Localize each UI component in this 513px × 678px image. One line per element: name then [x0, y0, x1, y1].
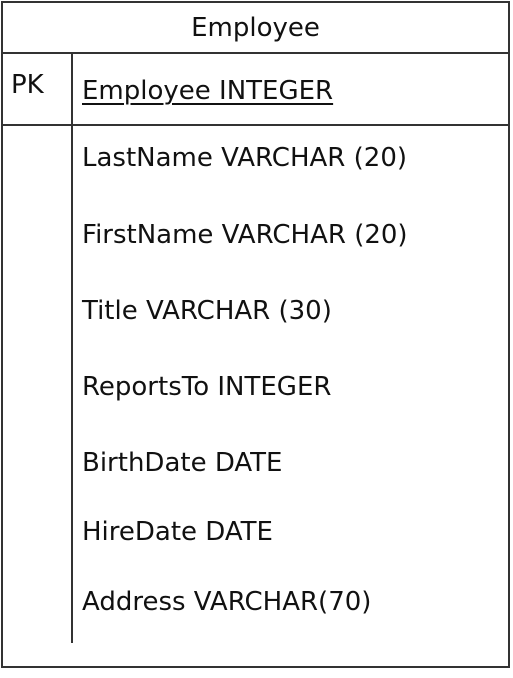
pk-column-divider [71, 54, 73, 124]
attribute-column-divider [71, 126, 73, 643]
entity-title: Employee [3, 3, 508, 54]
employee-entity: Employee PK Employee INTEGER LastName VA… [1, 1, 510, 668]
attribute-birthdate: BirthDate DATE [82, 448, 283, 478]
attribute-hiredate: HireDate DATE [82, 517, 273, 547]
pk-label: PK [11, 70, 44, 100]
attribute-title: Title VARCHAR (30) [82, 296, 332, 326]
attribute-reportsto: ReportsTo INTEGER [82, 372, 332, 402]
attribute-lastname: LastName VARCHAR (20) [82, 143, 407, 173]
attribute-firstname: FirstName VARCHAR (20) [82, 220, 408, 250]
attribute-address: Address VARCHAR(70) [82, 587, 372, 617]
primary-key-row: PK Employee INTEGER [3, 54, 508, 126]
primary-key-field: Employee INTEGER [82, 76, 334, 106]
